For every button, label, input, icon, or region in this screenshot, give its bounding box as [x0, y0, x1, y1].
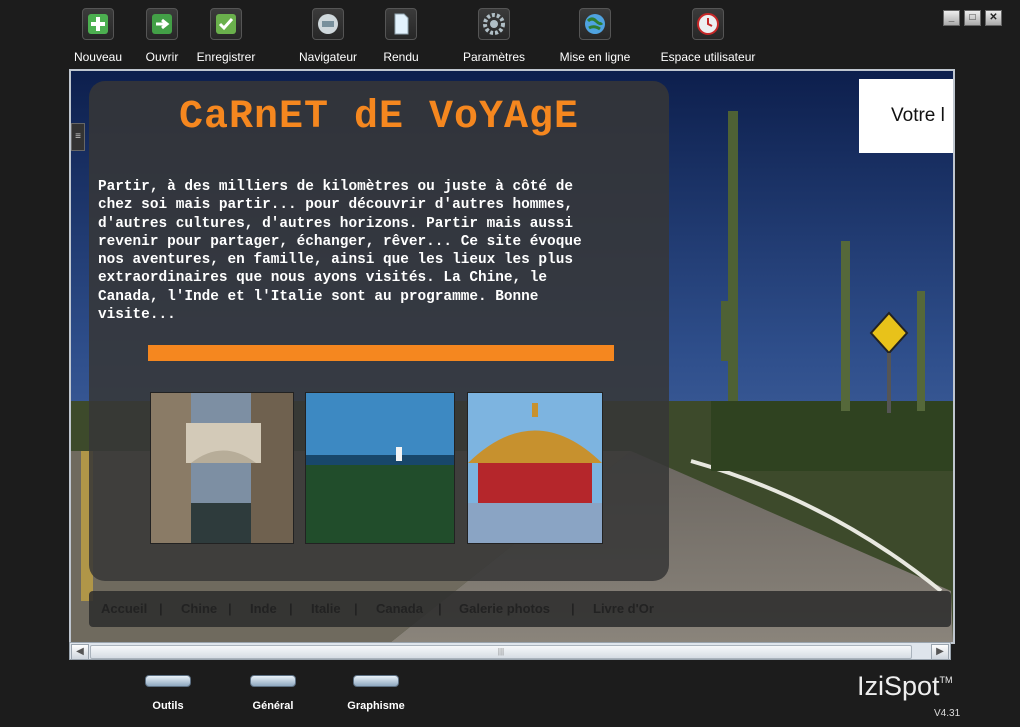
app-logo: IziSpotTM — [857, 671, 953, 701]
tab-pill-icon — [353, 675, 399, 687]
nav-italie[interactable]: Italie — [311, 601, 341, 616]
scroll-right-arrow-icon[interactable]: ▶ — [931, 644, 949, 660]
tab-outils[interactable]: Outils — [140, 675, 196, 712]
close-button[interactable]: ✕ — [985, 10, 1002, 26]
panel-grip-handle[interactable]: ≡ — [71, 123, 85, 151]
render-button[interactable]: Rendu — [380, 8, 422, 64]
publish-button[interactable]: Mise en ligne — [556, 8, 634, 64]
tab-pill-icon — [250, 675, 296, 687]
trademark-mark: TM — [939, 675, 953, 685]
page-title: CaRnET dE VoYAgE — [178, 95, 580, 140]
main-toolbar: Nouveau Ouvrir Enregistrer Navigateur Re… — [0, 0, 1020, 68]
tab-general[interactable]: Général — [245, 675, 301, 712]
site-preview-frame: Votre l ≡ CaRnET dE VoYAgE Partir, à des… — [69, 69, 955, 644]
plus-icon — [82, 8, 114, 40]
version-label: V4.31 — [934, 708, 961, 719]
open-button[interactable]: Ouvrir — [140, 8, 184, 64]
nav-accueil[interactable]: Accueil — [101, 601, 147, 616]
scroll-left-arrow-icon[interactable]: ◀ — [71, 644, 89, 660]
nav-livre-dor[interactable]: Livre d'Or — [593, 601, 654, 616]
nav-chine[interactable]: Chine — [181, 601, 217, 616]
globe-icon — [579, 8, 611, 40]
browser-button[interactable]: Navigateur — [296, 8, 360, 64]
tab-graphisme[interactable]: Graphisme — [342, 675, 410, 712]
gear-icon — [478, 8, 510, 40]
document-icon — [385, 8, 417, 40]
user-space-button[interactable]: Espace utilisateur — [656, 8, 760, 64]
maximize-button[interactable]: □ — [964, 10, 981, 26]
intro-text: Partir, à des milliers de kilomètres ou … — [98, 179, 582, 324]
nav-galerie-photos[interactable]: Galerie photos — [459, 601, 550, 616]
thumbnail-pagoda[interactable] — [467, 392, 603, 544]
horizontal-scrollbar[interactable]: ◀ ||| ▶ — [69, 642, 951, 660]
nav-inde[interactable]: Inde — [250, 601, 277, 616]
check-icon — [210, 8, 242, 40]
accent-divider — [148, 345, 614, 361]
new-button[interactable]: Nouveau — [71, 8, 125, 64]
nav-canada[interactable]: Canada — [376, 601, 423, 616]
site-navigation: Accueil | Chine | Inde | Italie | Canada… — [89, 591, 951, 627]
content-panel: CaRnET dE VoYAgE Partir, à des milliers … — [89, 81, 669, 581]
browser-icon — [312, 8, 344, 40]
minimize-button[interactable]: _ — [943, 10, 960, 26]
save-button[interactable]: Enregistrer — [193, 8, 259, 64]
welcome-banner: Votre l — [859, 79, 953, 153]
settings-button[interactable]: Paramètres — [459, 8, 529, 64]
thumbnail-coast[interactable] — [305, 392, 455, 544]
scrollbar-thumb[interactable]: ||| — [90, 645, 912, 659]
tab-pill-icon — [145, 675, 191, 687]
user-clock-icon — [692, 8, 724, 40]
open-arrow-icon — [146, 8, 178, 40]
thumbnail-venice[interactable] — [150, 392, 294, 544]
